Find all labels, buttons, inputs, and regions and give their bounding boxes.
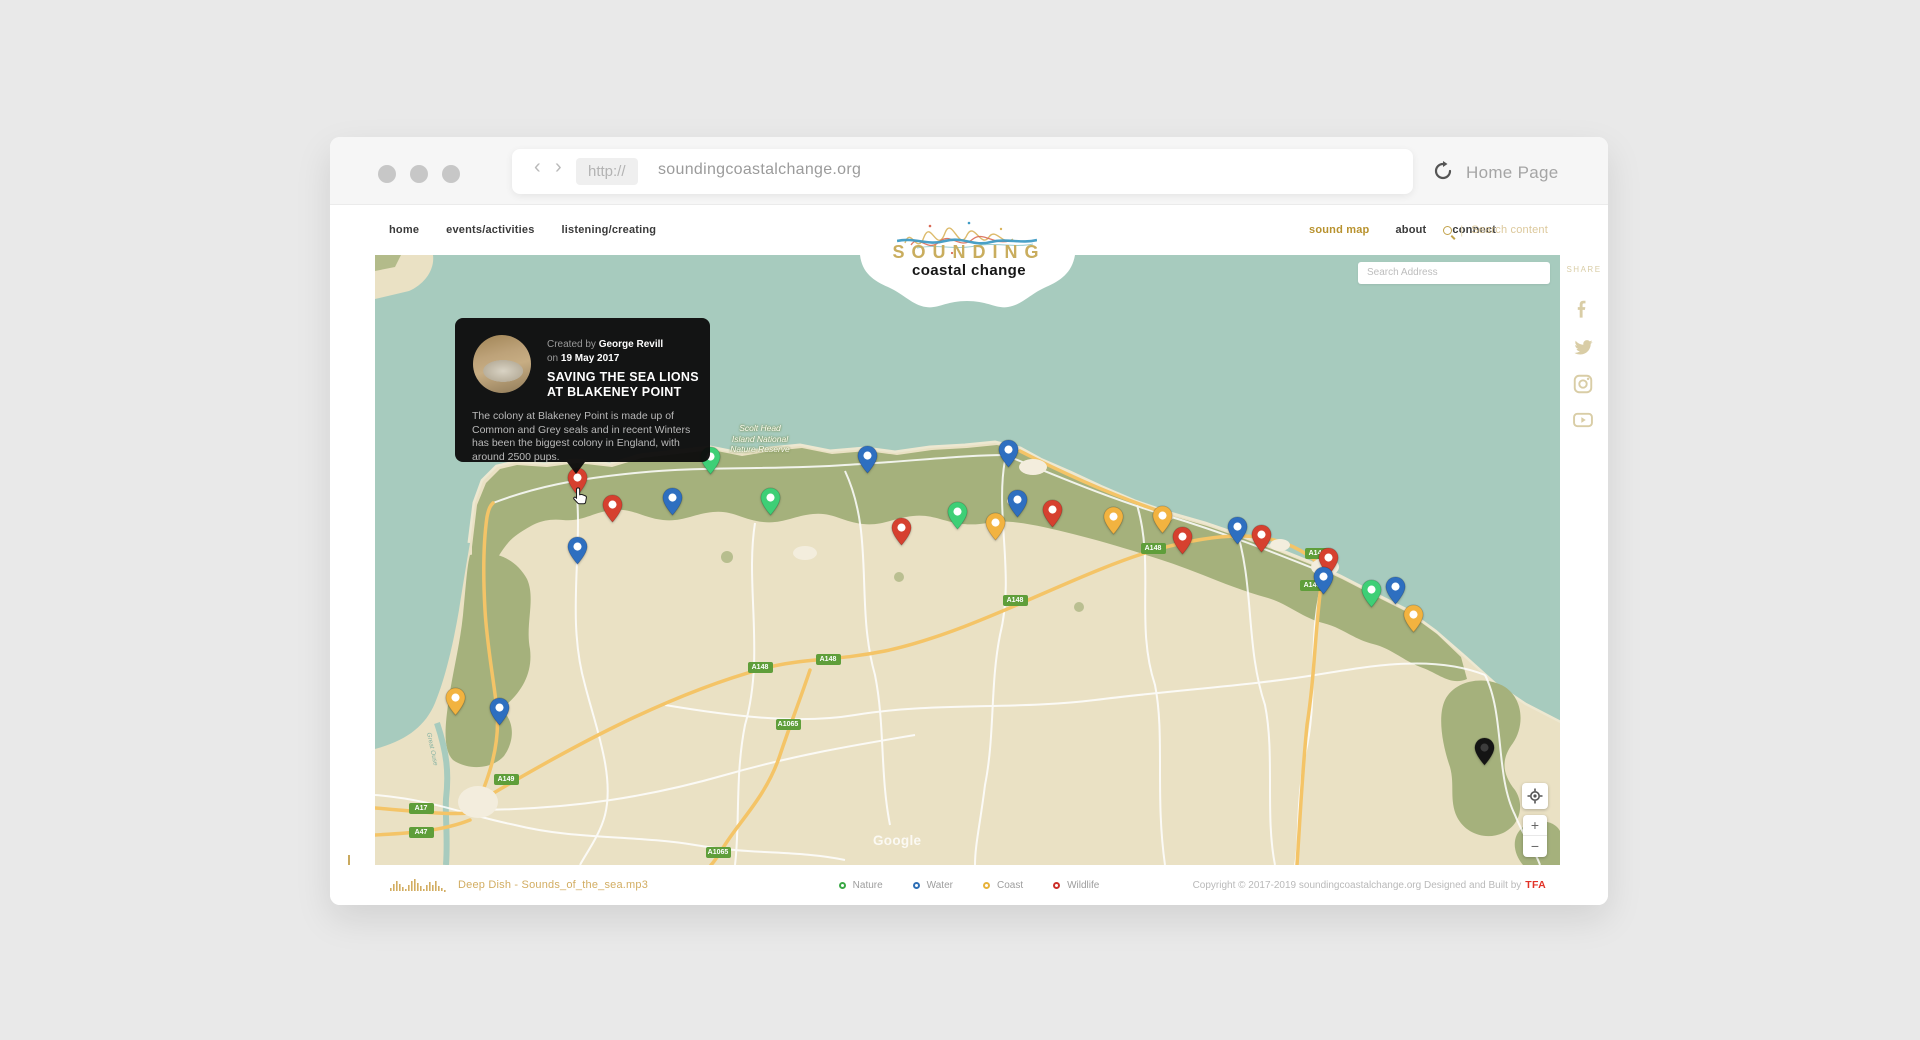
home-page-label[interactable]: Home Page (1466, 163, 1558, 183)
crosshair-icon (1527, 788, 1543, 804)
road-badge: A149 (494, 774, 519, 785)
copyright: Copyright © 2017-2019 soundingcoastalcha… (1193, 865, 1546, 905)
map-marker-coast[interactable] (1103, 506, 1124, 535)
browser-chrome: ‹ › http:// soundingcoastalchange.org Ho… (330, 137, 1608, 205)
url-text[interactable]: soundingcoastalchange.org (658, 161, 861, 179)
nav-search-divider: | (1460, 223, 1463, 237)
road-badge: A148 (1141, 543, 1166, 554)
map-marker-coast[interactable] (445, 687, 466, 716)
map-marker-nature[interactable] (760, 487, 781, 516)
sound-map[interactable]: Great Ouse (375, 255, 1560, 865)
legend-item-wildlife[interactable]: Wildlife (1053, 880, 1099, 891)
map-marker-coast[interactable] (1403, 604, 1424, 633)
nav-about[interactable]: about (1395, 224, 1426, 236)
legend-ring-icon (983, 882, 990, 889)
nav-events[interactable]: events/activities (446, 224, 534, 236)
url-bar[interactable]: ‹ › http:// soundingcoastalchange.org (512, 149, 1413, 194)
legend-ring-icon (913, 882, 920, 889)
road-badge: A1065 (776, 719, 801, 730)
my-location-button[interactable] (1522, 783, 1548, 809)
map-marker-coast[interactable] (985, 512, 1006, 541)
map-marker-water[interactable] (1007, 489, 1028, 518)
legend-label: Water (927, 880, 953, 891)
legend-ring-icon (1053, 882, 1060, 889)
marker-tooltip[interactable]: Created by George Revill on 19 May 2017 … (455, 318, 710, 462)
window-control-dot[interactable] (378, 165, 396, 183)
map-marker-water[interactable] (1313, 566, 1334, 595)
map-marker-water[interactable] (1385, 576, 1406, 605)
legend-label: Coast (997, 880, 1023, 891)
map-marker-water[interactable] (662, 487, 683, 516)
road-badge: A148 (816, 654, 841, 665)
instagram-icon[interactable] (1572, 373, 1594, 395)
road-badge: A148 (748, 662, 773, 673)
tfa-credit[interactable]: TFA (1525, 879, 1546, 891)
map-address-search-input[interactable]: Search Address (1358, 262, 1550, 284)
zoom-out-button[interactable]: − (1523, 836, 1547, 857)
map-marker-water[interactable] (857, 445, 878, 474)
legend-label: Wildlife (1067, 880, 1099, 891)
nav-listening[interactable]: listening/creating (562, 224, 657, 236)
map-marker-wildlife[interactable] (1172, 526, 1193, 555)
forward-icon[interactable]: › (555, 156, 562, 179)
tooltip-body: The colony at Blakeney Point is made up … (472, 410, 696, 464)
map-marker-water[interactable] (489, 697, 510, 726)
nav-sound-map[interactable]: sound map (1309, 224, 1369, 236)
seal-photo (473, 335, 531, 393)
back-icon[interactable]: ‹ (534, 156, 541, 179)
map-marker-water[interactable] (1227, 516, 1248, 545)
map-marker-special[interactable] (1474, 737, 1495, 766)
tooltip-title: SAVING THE SEA LIONS AT BLAKENEY POINT (547, 370, 699, 400)
road-badge: A17 (409, 803, 434, 814)
map-marker-wildlife[interactable] (602, 494, 623, 523)
map-marker-nature[interactable] (1361, 579, 1382, 608)
share-rail: SHARE National Trust (1560, 255, 1608, 865)
youtube-icon[interactable] (1572, 409, 1594, 431)
road-badge: A1065 (706, 847, 731, 858)
legend-item-coast[interactable]: Coast (983, 880, 1023, 891)
map-marker-coast[interactable] (1152, 505, 1173, 534)
browser-window: ‹ › http:// soundingcoastalchange.org Ho… (330, 137, 1608, 905)
legend-ring-icon (839, 882, 846, 889)
nature-reserve-label: Scolt Head Island National Nature Reserv… (705, 423, 815, 455)
map-marker-water[interactable] (567, 536, 588, 565)
map-marker-nature[interactable] (947, 501, 968, 530)
search-icon[interactable] (1443, 226, 1452, 235)
legend-item-water[interactable]: Water (913, 880, 953, 891)
tooltip-meta: Created by George Revill on 19 May 2017 (547, 338, 663, 366)
logo-backdrop-blob (860, 255, 1075, 313)
map-marker-wildlife[interactable] (1251, 524, 1272, 553)
map-marker-water[interactable] (998, 439, 1019, 468)
zoom-in-button[interactable]: + (1523, 815, 1547, 836)
road-badge: A47 (409, 827, 434, 838)
road-badge: A148 (1003, 595, 1028, 606)
site-footer: Deep Dish - Sounds_of_the_sea.mp3 Nature… (330, 865, 1608, 905)
url-scheme: http:// (576, 158, 638, 185)
mouse-cursor-hand (571, 487, 589, 505)
map-attribution: Google (873, 833, 921, 848)
window-control-dot[interactable] (410, 165, 428, 183)
share-label: SHARE (1560, 265, 1608, 274)
map-zoom-control: + − (1523, 815, 1547, 857)
reload-icon[interactable] (1433, 161, 1453, 181)
tooltip-arrow (567, 462, 585, 474)
site-navigation: home events/activities listening/creatin… (330, 205, 1608, 255)
map-marker-wildlife[interactable] (1042, 499, 1063, 528)
map-marker-wildlife[interactable] (891, 517, 912, 546)
facebook-icon[interactable] (1572, 299, 1594, 321)
window-control-dot[interactable] (442, 165, 460, 183)
nav-home[interactable]: home (389, 224, 419, 236)
legend-label: Nature (853, 880, 883, 891)
legend-item-nature[interactable]: Nature (839, 880, 883, 891)
audio-player-rail (330, 255, 375, 865)
site-search-input[interactable]: Search content (1471, 224, 1548, 236)
twitter-icon[interactable] (1572, 337, 1594, 359)
